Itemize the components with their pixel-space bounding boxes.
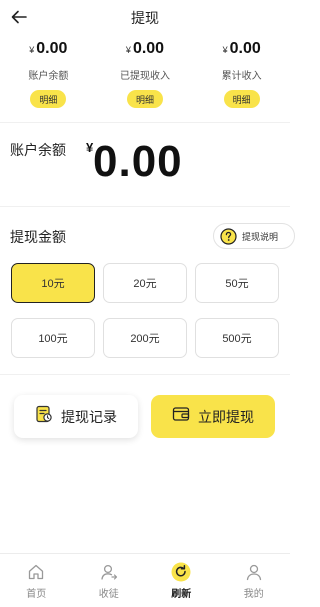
tab-label: 我的 xyxy=(243,589,264,600)
stat-label: 已提现收入 xyxy=(120,71,170,82)
amount-option-20[interactable]: 20元 xyxy=(103,263,187,303)
wallet-icon xyxy=(172,406,190,427)
withdraw-record-label: 提现记录 xyxy=(61,408,117,425)
tab-label: 收徒 xyxy=(98,589,119,600)
amount-option-10[interactable]: 10元 xyxy=(11,263,95,303)
currency-symbol: ¥ xyxy=(125,45,131,55)
amount-option-50[interactable]: 50元 xyxy=(195,263,279,303)
home-icon xyxy=(26,562,46,582)
withdraw-help-label: 提现说明 xyxy=(242,231,279,242)
divider xyxy=(0,374,290,375)
question-icon xyxy=(220,227,237,245)
amount-option-500[interactable]: 500元 xyxy=(195,318,279,358)
page-title: 提现 xyxy=(131,10,159,26)
withdraw-amount-title: 提现金额 xyxy=(10,229,66,245)
record-icon xyxy=(35,405,53,428)
detail-button[interactable]: 明细 xyxy=(127,90,164,108)
stat-label: 累计收入 xyxy=(221,71,262,82)
tab-label: 首页 xyxy=(26,589,47,600)
balance-label: 账户余额 xyxy=(10,142,66,158)
withdraw-record-button[interactable]: 提现记录 xyxy=(14,395,138,438)
apprentice-icon xyxy=(99,562,119,582)
divider xyxy=(0,206,290,207)
bottom-tab-bar: 首页 收徒 刷新 我的 xyxy=(0,553,290,607)
tab-apprentice[interactable]: 收徒 xyxy=(73,554,146,607)
detail-button[interactable]: 明细 xyxy=(30,90,67,108)
balance-value: 0.00 xyxy=(93,137,183,186)
amount-option-100[interactable]: 100元 xyxy=(11,318,95,358)
withdraw-now-label: 立即提现 xyxy=(198,408,254,425)
tab-profile[interactable]: 我的 xyxy=(218,554,291,607)
amount-option-200[interactable]: 200元 xyxy=(103,318,187,358)
detail-button[interactable]: 明细 xyxy=(223,90,260,108)
stat-value: 0.00 xyxy=(132,40,165,57)
stats-row: ¥ 0.00 账户余额 明细 ¥ 0.00 已提现收入 明细 ¥ 0.00 累计… xyxy=(0,40,290,112)
withdraw-help-button[interactable]: 提现说明 xyxy=(213,223,295,249)
tab-home[interactable]: 首页 xyxy=(0,554,73,607)
stat-account-balance: ¥ 0.00 账户余额 明细 xyxy=(0,40,97,112)
stat-value: 0.00 xyxy=(229,40,261,57)
currency-symbol: ¥ xyxy=(29,45,35,55)
tab-refresh[interactable]: 刷新 xyxy=(145,554,218,607)
tab-label: 刷新 xyxy=(171,589,192,600)
refresh-icon xyxy=(171,562,191,582)
currency-symbol: ¥ xyxy=(222,45,228,55)
stat-value: 0.00 xyxy=(36,40,68,57)
divider xyxy=(0,122,290,123)
profile-icon xyxy=(244,562,264,582)
stat-total-income: ¥ 0.00 累计收入 明细 xyxy=(193,40,290,112)
withdraw-now-button[interactable]: 立即提现 xyxy=(151,395,275,438)
balance-panel: 账户余额 ¥ 0.00 xyxy=(0,124,290,200)
nav-bar: 提现 xyxy=(0,0,290,34)
stat-label: 账户余额 xyxy=(28,71,69,82)
stat-withdrawn-income: ¥ 0.00 已提现收入 明细 xyxy=(97,40,194,112)
